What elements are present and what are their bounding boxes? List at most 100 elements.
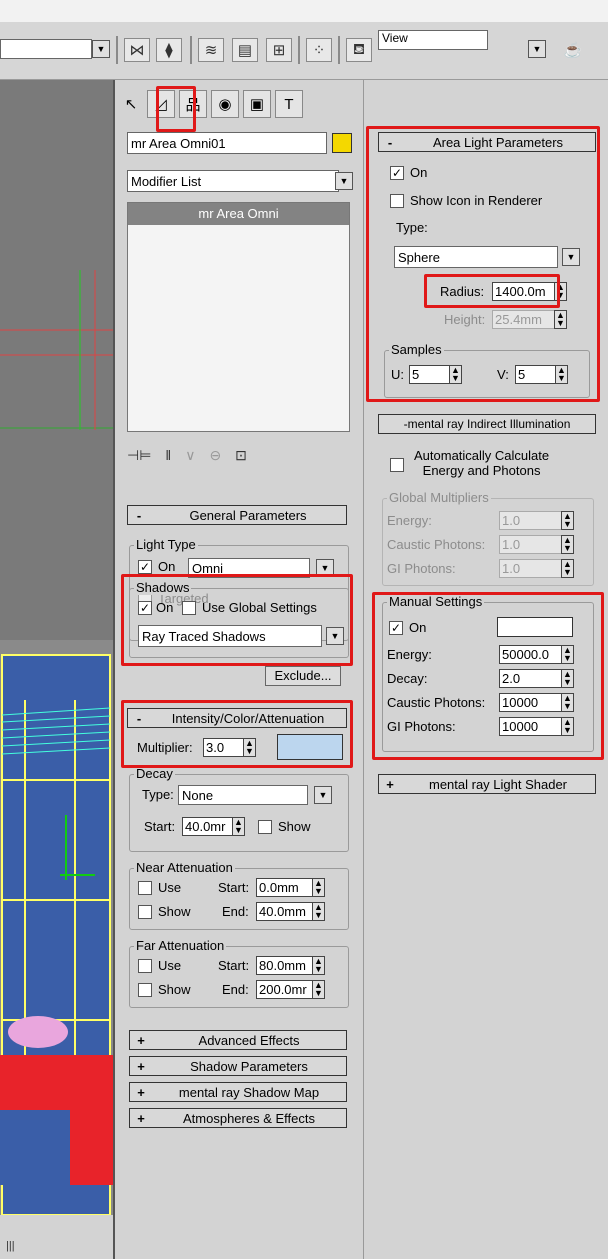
manual-gi-spinner[interactable]: 10000 ▲ ▼ <box>499 717 574 736</box>
far-end-label: End: <box>222 982 249 997</box>
near-end-label: End: <box>222 904 249 919</box>
pin-stack-icon[interactable]: ⊣⊨ <box>127 447 151 464</box>
decay-group: Decay Type: None ▼ Start: 40.0mr ▲ ▼ Show <box>129 766 349 852</box>
light-on-checkbox[interactable]: ✓ <box>138 560 152 574</box>
near-show-label: Show <box>158 904 191 919</box>
right-rollout-column: - Area Light Parameters ✓ On Show Icon in… <box>363 80 608 1259</box>
dropdown-arrow-icon[interactable]: ▼ <box>316 559 334 577</box>
rollout-general-parameters[interactable]: - General Parameters <box>127 505 347 525</box>
tab-modify[interactable]: ◿ <box>147 90 175 118</box>
layers-icon[interactable]: ≋ <box>198 38 224 62</box>
manual-decay-label: Decay: <box>387 671 428 686</box>
remove-modifier-icon[interactable]: ⊖ <box>209 447 221 464</box>
far-start-spinner[interactable]: 80.0mm ▲ ▼ <box>256 956 325 975</box>
viewport[interactable]: ||| <box>0 80 113 1259</box>
mirror-icon[interactable]: ⋈ <box>124 38 150 62</box>
shadow-type-dropdown[interactable]: Ray Traced Shadows <box>138 625 322 647</box>
show-end-result-icon[interactable]: ǁ <box>165 447 171 463</box>
rollout-advanced-effects[interactable]: + Advanced Effects <box>129 1030 347 1050</box>
shadows-on-checkbox[interactable]: ✓ <box>138 601 152 615</box>
multiplier-spinner[interactable]: 3.0 ▲ ▼ <box>203 738 256 757</box>
command-panel: ↖ ◿ 品 ◉ ▣ T mr Area Omni01 Modifier List… <box>113 80 363 1259</box>
dropdown-arrow-icon[interactable]: ▼ <box>528 40 546 58</box>
near-use-checkbox[interactable] <box>138 881 152 895</box>
far-show-checkbox[interactable] <box>138 983 152 997</box>
samples-v-spinner[interactable]: 5 ▲ ▼ <box>515 365 568 384</box>
rollout-area-light-parameters[interactable]: - Area Light Parameters <box>378 132 596 152</box>
area-type-dropdown[interactable]: Sphere <box>394 246 558 268</box>
render-view-label: View <box>382 31 408 45</box>
near-end-spinner[interactable]: 40.0mm ▲ ▼ <box>256 902 325 921</box>
dropdown-arrow-icon[interactable]: ▼ <box>314 786 332 804</box>
radius-spinner[interactable]: 1400.0m ▲ ▼ <box>492 282 567 301</box>
manual-on-checkbox[interactable]: ✓ <box>389 621 403 635</box>
schematic-icon[interactable]: ⊞ <box>266 38 292 62</box>
far-attenuation-group: Far Attenuation Use Start: 80.0mm ▲ ▼ Show… <box>129 938 349 1008</box>
object-name-field[interactable]: mr Area Omni01 <box>127 132 327 154</box>
global-energy-label: Energy: <box>387 513 432 528</box>
auto-calculate-checkbox[interactable] <box>390 458 404 472</box>
decay-show-label: Show <box>278 819 311 834</box>
tab-display[interactable]: ▣ <box>243 90 271 118</box>
viewport-scene <box>0 80 113 1259</box>
near-show-checkbox[interactable] <box>138 905 152 919</box>
samples-u-spinner[interactable]: 5 ▲ ▼ <box>409 365 462 384</box>
light-color-swatch[interactable] <box>277 734 343 760</box>
global-energy-spinner[interactable]: 1.0 ▲ ▼ <box>499 511 574 530</box>
global-caustic-spinner[interactable]: 1.0 ▲ ▼ <box>499 535 574 554</box>
object-color-swatch[interactable] <box>332 133 352 153</box>
material-editor-icon[interactable]: ⁘ <box>306 38 332 62</box>
tab-hierarchy[interactable]: 品 <box>179 90 207 118</box>
curve-editor-icon[interactable]: ▤ <box>232 38 258 62</box>
stack-item[interactable]: mr Area Omni <box>128 203 349 225</box>
configure-modifier-sets-icon[interactable]: ⊡ <box>235 447 247 464</box>
rollout-intensity-color-attenuation[interactable]: - Intensity/Color/Attenuation <box>127 708 347 728</box>
light-type-dropdown[interactable]: Omni <box>188 558 310 578</box>
render-view-dropdown[interactable]: View <box>378 30 488 50</box>
radius-label: Radius: <box>440 284 485 299</box>
dropdown-arrow-icon[interactable]: ▼ <box>562 248 580 266</box>
teapot-icon[interactable]: ☕ <box>560 38 586 62</box>
far-show-label: Show <box>158 982 191 997</box>
far-use-checkbox[interactable] <box>138 959 152 973</box>
make-unique-icon[interactable]: ∨ <box>185 447 195 464</box>
modifier-list-dropdown[interactable]: Modifier List <box>127 170 339 192</box>
decay-type-dropdown[interactable]: None <box>178 785 308 805</box>
area-type-label: Type: <box>396 220 428 235</box>
samples-v-label: V: <box>497 367 509 382</box>
manual-settings-group: Manual Settings ✓ On Energy: 50000.0 ▲ ▼ D… <box>382 594 594 752</box>
dropdown-arrow-icon[interactable]: ▼ <box>92 40 110 58</box>
rollout-mental-ray-indirect-illumination[interactable]: -mental ray Indirect Illumination <box>378 414 596 434</box>
light-on-label: On <box>158 559 176 574</box>
manual-energy-spinner[interactable]: 50000.0 ▲ ▼ <box>499 645 574 664</box>
dropdown-arrow-icon[interactable]: ▼ <box>326 627 344 645</box>
far-end-spinner[interactable]: 200.0mr ▲ ▼ <box>256 980 325 999</box>
rollout-atmospheres-effects[interactable]: + Atmospheres & Effects <box>129 1108 347 1128</box>
manual-caustic-label: Caustic Photons: <box>387 695 486 710</box>
selection-filter-dropdown[interactable] <box>0 39 92 59</box>
exclude-button[interactable]: Exclude... <box>265 666 341 686</box>
manual-color-swatch[interactable] <box>497 617 573 637</box>
global-gi-spinner[interactable]: 1.0 ▲ ▼ <box>499 559 574 578</box>
manual-decay-spinner[interactable]: 2.0 ▲ ▼ <box>499 669 574 688</box>
modifier-stack[interactable]: mr Area Omni <box>127 202 350 432</box>
show-icon-checkbox[interactable] <box>390 194 404 208</box>
dropdown-arrow-icon[interactable]: ▼ <box>335 172 353 190</box>
decay-start-spinner[interactable]: 40.0mr ▲ ▼ <box>182 817 245 836</box>
align-icon[interactable]: ⧫ <box>156 38 182 62</box>
decay-show-checkbox[interactable] <box>258 820 272 834</box>
tab-create[interactable]: ↖ <box>117 90 145 118</box>
rollout-mental-ray-shadow-map[interactable]: + mental ray Shadow Map <box>129 1082 347 1102</box>
manual-caustic-spinner[interactable]: 10000 ▲ ▼ <box>499 693 574 712</box>
render-setup-icon[interactable]: ⛾ <box>346 38 372 62</box>
area-on-checkbox[interactable]: ✓ <box>390 166 404 180</box>
samples-u-label: U: <box>391 367 404 382</box>
height-spinner[interactable]: 25.4mm ▲ ▼ <box>492 310 567 329</box>
rollout-shadow-parameters[interactable]: + Shadow Parameters <box>129 1056 347 1076</box>
tab-utilities[interactable]: T <box>275 90 303 118</box>
rollout-mental-ray-light-shader[interactable]: + mental ray Light Shader <box>378 774 596 794</box>
near-use-label: Use <box>158 880 182 895</box>
use-global-settings-checkbox[interactable] <box>182 601 196 615</box>
tab-motion[interactable]: ◉ <box>211 90 239 118</box>
near-start-spinner[interactable]: 0.0mm ▲ ▼ <box>256 878 325 897</box>
